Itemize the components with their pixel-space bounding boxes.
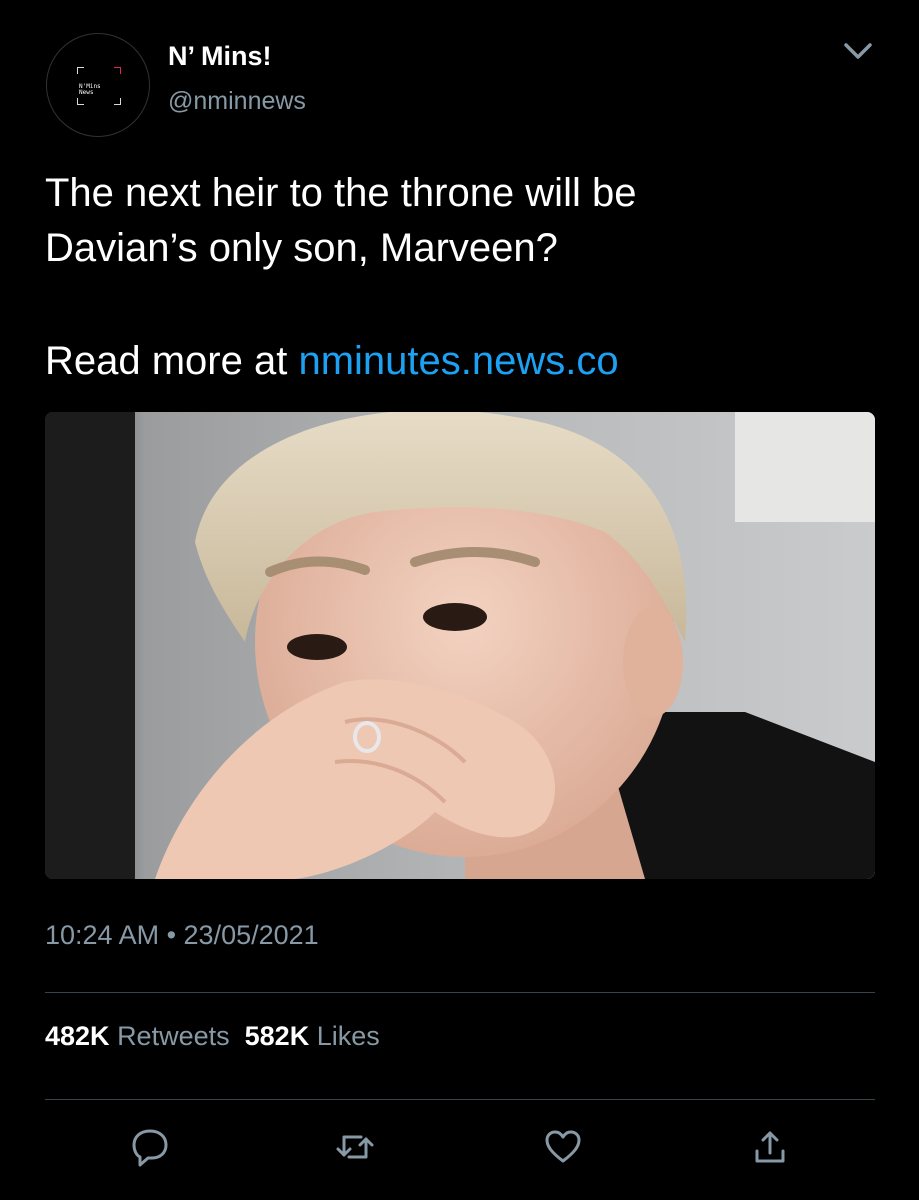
likes-label: Likes: [316, 1021, 380, 1051]
logo-bracket-bottom-left: [77, 98, 84, 105]
retweet-icon[interactable]: [335, 1125, 375, 1169]
tweet-text-line-1: The next heir to the throne will be: [45, 171, 637, 215]
likes-count: 582K: [244, 1021, 310, 1051]
tweet-text: The next heir to the throne will be Davi…: [45, 166, 865, 389]
avatar[interactable]: N'Mins News: [46, 33, 150, 137]
reply-icon[interactable]: [130, 1125, 170, 1169]
retweets-stat[interactable]: 482K Retweets: [45, 1021, 230, 1051]
logo-bracket-top-left: [77, 67, 84, 74]
article-link[interactable]: nminutes.news.co: [298, 339, 618, 383]
divider: [45, 992, 875, 993]
like-icon[interactable]: [543, 1125, 583, 1169]
tweet-timestamp[interactable]: 10:24 AM • 23/05/2021: [45, 920, 319, 951]
avatar-logo-text: N'Mins News: [79, 83, 101, 96]
user-handle[interactable]: @nminnews: [168, 87, 306, 116]
divider: [45, 1099, 875, 1100]
logo-bracket-bottom-right: [114, 98, 121, 105]
likes-stat[interactable]: 582K Likes: [245, 1021, 380, 1051]
tweet-stats: 482K Retweets 582K Likes: [45, 1021, 380, 1052]
tweet-photo[interactable]: [45, 412, 875, 879]
chevron-down-icon[interactable]: [838, 37, 878, 67]
retweets-count: 482K: [45, 1021, 110, 1051]
logo-bracket-top-right: [114, 67, 121, 74]
tweet-text-line-2: Davian’s only son, Marveen?: [45, 226, 558, 270]
display-name[interactable]: N’ Mins!: [168, 41, 272, 72]
retweets-label: Retweets: [117, 1021, 230, 1051]
read-more-line: Read more at nminutes.news.co: [45, 334, 865, 389]
read-more-prefix: Read more at: [45, 339, 299, 383]
share-icon[interactable]: [750, 1125, 790, 1169]
